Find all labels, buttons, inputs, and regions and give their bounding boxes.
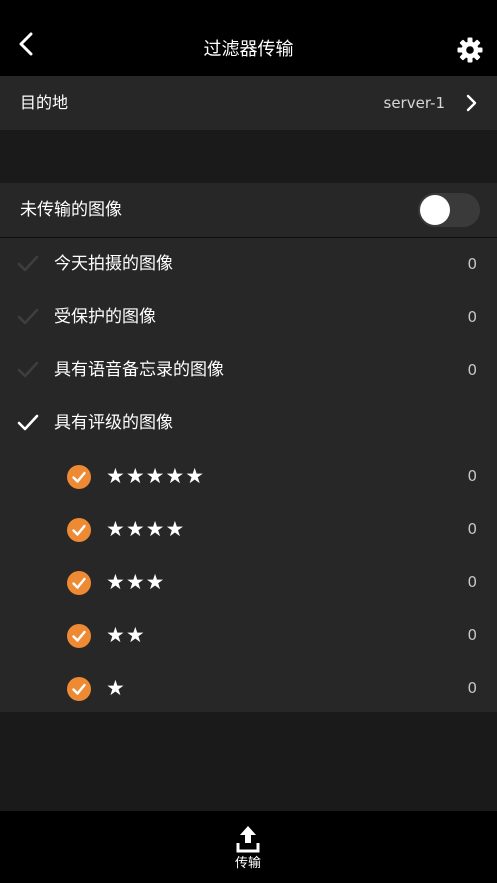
check-circle-icon — [67, 571, 91, 595]
transfer-label: 传输 — [234, 856, 261, 871]
checkmark-icon — [17, 255, 39, 272]
check-circle-icon — [67, 624, 91, 648]
rating-item-3[interactable]: ★★★ 0 — [0, 556, 497, 609]
check-circle-icon — [67, 465, 91, 489]
filter-label: 受保护的图像 — [54, 307, 156, 327]
rating-count: 0 — [467, 679, 477, 697]
back-button[interactable] — [10, 28, 42, 60]
chevron-right-icon — [466, 94, 477, 112]
rating-item-4[interactable]: ★★★★ 0 — [0, 503, 497, 556]
filter-item-rated[interactable]: 具有评级的图像 — [0, 397, 497, 450]
checkmark-icon — [17, 414, 39, 431]
filter-count: 0 — [467, 255, 477, 273]
rating-stars: ★ — [106, 676, 126, 700]
filter-transfer-screen: 过滤器传输 目的地 server-1 未传输的图像 今天拍摄的图像 0 受保护的… — [0, 0, 497, 883]
filter-count: 0 — [467, 361, 477, 379]
rating-item-5[interactable]: ★★★★★ 0 — [0, 450, 497, 503]
untransferred-row: 未传输的图像 — [0, 183, 497, 237]
checkmark-icon — [17, 361, 39, 378]
untransferred-toggle[interactable] — [418, 193, 480, 227]
filter-label: 今天拍摄的图像 — [54, 254, 173, 274]
rating-stars: ★★★★★ — [106, 464, 206, 488]
upload-icon — [236, 826, 260, 853]
toggle-knob — [420, 195, 450, 225]
gear-icon — [457, 37, 483, 63]
rating-stars: ★★★★ — [106, 517, 186, 541]
filter-item-voice-memo[interactable]: 具有语音备忘录的图像 0 — [0, 344, 497, 397]
rating-stars: ★★ — [106, 623, 146, 647]
filter-label: 具有评级的图像 — [54, 413, 173, 433]
nav-header: 过滤器传输 — [0, 0, 497, 76]
bottom-toolbar: 传输 — [0, 811, 497, 883]
rating-count: 0 — [467, 520, 477, 538]
checkmark-icon — [17, 308, 39, 325]
filter-count: 0 — [467, 308, 477, 326]
rating-count: 0 — [467, 573, 477, 591]
rating-stars: ★★★ — [106, 570, 166, 594]
rating-count: 0 — [467, 626, 477, 644]
rating-item-1[interactable]: ★ 0 — [0, 662, 497, 715]
chevron-left-icon — [19, 32, 33, 56]
destination-label: 目的地 — [20, 93, 69, 112]
filter-list: 今天拍摄的图像 0 受保护的图像 0 具有语音备忘录的图像 0 具有评级的图像 — [0, 238, 497, 712]
transfer-button[interactable]: 传输 — [226, 825, 270, 879]
rating-item-2[interactable]: ★★ 0 — [0, 609, 497, 662]
rating-count: 0 — [467, 467, 477, 485]
untransferred-label: 未传输的图像 — [20, 200, 122, 220]
check-circle-icon — [67, 677, 91, 701]
filter-item-protected[interactable]: 受保护的图像 0 — [0, 291, 497, 344]
destination-value: server-1 — [383, 94, 445, 112]
filter-label: 具有语音备忘录的图像 — [54, 360, 224, 380]
destination-row[interactable]: 目的地 server-1 — [0, 76, 497, 130]
settings-button[interactable] — [455, 35, 485, 65]
page-title: 过滤器传输 — [203, 39, 294, 60]
check-circle-icon — [67, 518, 91, 542]
filter-item-today[interactable]: 今天拍摄的图像 0 — [0, 238, 497, 291]
